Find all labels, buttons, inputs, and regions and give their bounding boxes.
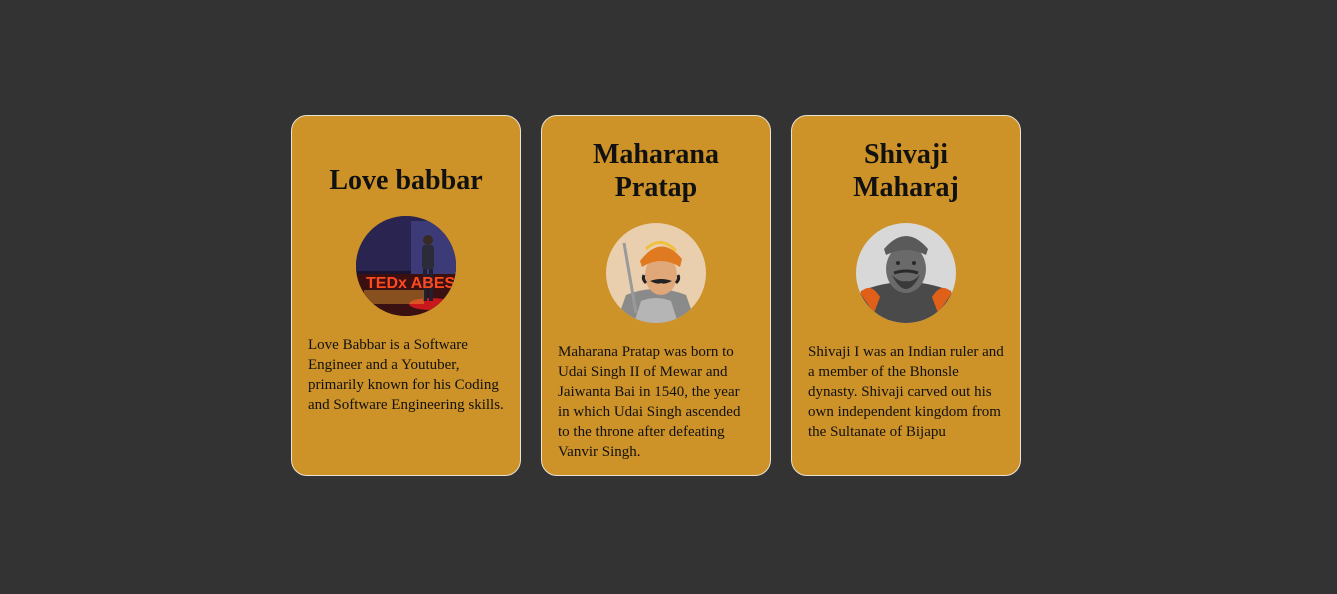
- tedx-text: TEDx ABES: [366, 275, 456, 292]
- love-babbar-photo: TEDx ABES: [356, 216, 456, 316]
- card-shivaji-maharaj: Shivaji Maharaj Shivaji I was an Indian …: [791, 115, 1021, 476]
- card-description: Love Babbar is a Software Engineer and a…: [308, 337, 504, 413]
- card-description: Maharana Pratap was born to Udai Singh I…: [558, 344, 741, 460]
- card-love-babbar: Love babbar TEDx ABES Love Babbar is a S…: [291, 115, 521, 476]
- maharana-pratap-portrait: [606, 223, 706, 323]
- card-title: Shivaji Maharaj: [853, 139, 959, 203]
- card-title: Love babbar: [329, 165, 483, 196]
- card-row: Love babbar TEDx ABES Love Babbar is a S…: [291, 115, 1021, 476]
- card-title: Maharana Pratap: [593, 139, 719, 203]
- card-description: Shivaji I was an Indian ruler and a memb…: [808, 344, 1004, 440]
- shivaji-maharaj-statue: [856, 223, 956, 323]
- card-maharana-pratap: Maharana Pratap Maharana Pratap was born…: [541, 115, 771, 476]
